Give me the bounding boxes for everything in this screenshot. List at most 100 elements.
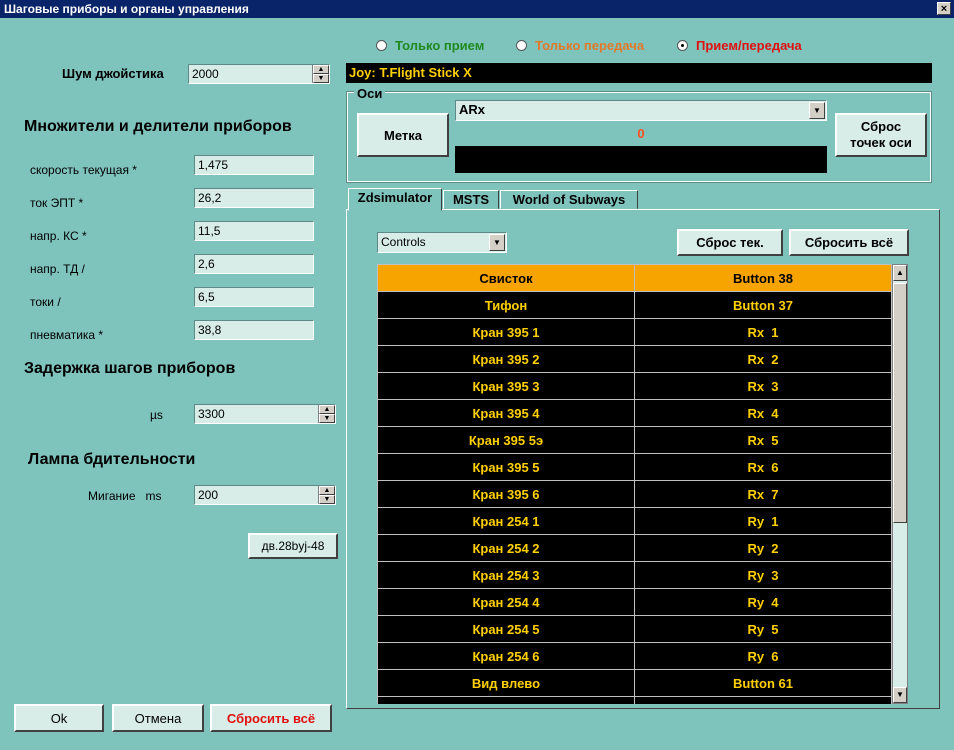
table-row[interactable]: Кран 254 3 Ry 3 [377,561,892,589]
radio-label: Только прием [395,38,485,54]
control-name-cell[interactable]: Кран 254 5 [377,615,635,643]
control-name-cell[interactable]: Кран 254 2 [377,534,635,562]
control-binding-cell[interactable]: Button 37 [634,291,892,319]
lamp-blink-spinner[interactable]: 200 ▲ ▼ [194,485,336,505]
tab-zdsimulator[interactable]: Zdsimulator [348,188,442,211]
chevron-down-icon[interactable]: ▼ [489,234,505,251]
control-binding-cell[interactable]: Ry 6 [634,642,892,670]
control-binding-cell[interactable]: Rx 1 [634,318,892,346]
table-row[interactable]: Кран 395 4 Rx 4 [377,399,892,427]
joy-noise-spin-buttons[interactable]: ▲ ▼ [312,65,329,83]
scroll-down-icon[interactable]: ▼ [893,687,907,703]
table-row[interactable]: Кран 254 1 Ry 1 [377,507,892,535]
joy-noise-spinner[interactable]: 2000 ▲ ▼ [188,64,330,84]
table-row[interactable]: Кран 395 5 Rx 6 [377,453,892,481]
spin-up-icon[interactable]: ▲ [319,405,335,414]
control-name-cell[interactable]: Кран 395 5 [377,453,635,481]
control-name-cell[interactable]: Кран 395 3 [377,372,635,400]
control-name-cell[interactable]: Кран 395 1 [377,318,635,346]
mult-input[interactable]: 6,5 [194,287,314,307]
table-row[interactable]: Вид влево Button 61 [377,669,892,697]
mult-input[interactable]: 11,5 [194,221,314,241]
table-row[interactable]: В...Button 62 [377,696,892,704]
radio-icon[interactable] [677,40,688,52]
scroll-up-icon[interactable]: ▲ [893,265,907,281]
control-binding-cell[interactable]: Ry 3 [634,561,892,589]
mult-input[interactable]: 2,6 [194,254,314,274]
control-name-cell[interactable]: Кран 254 3 [377,561,635,589]
control-binding-cell[interactable]: Rx 6 [634,453,892,481]
table-row[interactable]: Свисток Button 38 [377,264,892,292]
table-row[interactable]: Кран 395 5э Rx 5 [377,426,892,454]
control-name-cell[interactable]: Вид влево [377,669,635,697]
chevron-down-icon[interactable]: ▼ [809,102,825,119]
axis-select[interactable]: ARx ▼ [455,100,827,121]
scroll-thumb[interactable] [893,283,907,523]
cancel-button[interactable]: Отмена [112,704,204,732]
radio-icon[interactable] [516,40,527,52]
radio-label: Прием/передача [696,38,802,54]
step-delay-spinner[interactable]: 3300 ▲ ▼ [194,404,336,424]
tab-world-of-subways[interactable]: World of Subways [500,190,638,209]
control-name-cell[interactable]: Кран 395 5э [377,426,635,454]
radio-transmit-only[interactable]: Только передача [516,37,644,53]
reset-axis-points-button[interactable]: Сброс точек оси [835,113,927,157]
control-binding-cell[interactable]: Rx 5 [634,426,892,454]
lamp-spin-buttons[interactable]: ▲ ▼ [318,486,335,504]
mult-input[interactable]: 1,475 [194,155,314,175]
table-row[interactable]: Кран 395 3 Rx 3 [377,372,892,400]
control-binding-cell[interactable]: Button 62 [634,696,892,704]
control-binding-cell[interactable]: Rx 3 [634,372,892,400]
table-row[interactable]: Кран 254 6 Ry 6 [377,642,892,670]
reset-all-controls-button[interactable]: Сбросить всё [789,229,909,256]
spin-down-icon[interactable]: ▼ [319,414,335,423]
control-name-cell[interactable]: Кран 395 2 [377,345,635,373]
step-delay-spin-buttons[interactable]: ▲ ▼ [318,405,335,423]
device-button[interactable]: дв.28byj-48 [248,533,338,559]
reset-all-bottom-button[interactable]: Сбросить всё [210,704,332,732]
close-button[interactable]: × [937,2,951,15]
mult-value: 6,5 [198,290,215,304]
control-binding-cell[interactable]: Ry 4 [634,588,892,616]
spin-down-icon[interactable]: ▼ [319,495,335,504]
mult-input[interactable]: 26,2 [194,188,314,208]
spin-down-icon[interactable]: ▼ [313,74,329,83]
tab-msts[interactable]: MSTS [443,190,499,209]
controls-filter-select[interactable]: Controls ▼ [377,232,507,253]
control-name-cell[interactable]: Кран 254 1 [377,507,635,535]
radio-icon[interactable] [376,40,387,52]
mult-input[interactable]: 38,8 [194,320,314,340]
control-name-cell[interactable]: В... [377,696,635,704]
control-name-cell[interactable]: Тифон [377,291,635,319]
mark-button[interactable]: Метка [357,113,449,157]
radio-receive-only[interactable]: Только прием [376,37,484,53]
table-row[interactable]: Кран 254 4 Ry 4 [377,588,892,616]
table-row[interactable]: Кран 254 5 Ry 5 [377,615,892,643]
control-binding-cell[interactable]: Ry 1 [634,507,892,535]
ok-button[interactable]: Ok [14,704,104,732]
table-row[interactable]: Кран 254 2 Ry 2 [377,534,892,562]
controls-scrollbar[interactable]: ▲ ▼ [892,264,908,704]
joy-noise-label: Шум джойстика [62,66,164,81]
table-row[interactable]: Тифон Button 37 [377,291,892,319]
radio-receive-transmit[interactable]: Прием/передача [677,37,802,53]
control-name-cell[interactable]: Кран 254 4 [377,588,635,616]
control-binding-cell[interactable]: Button 61 [634,669,892,697]
table-row[interactable]: Кран 395 1 Rx 1 [377,318,892,346]
control-binding-cell[interactable]: Rx 2 [634,345,892,373]
control-name-cell[interactable]: Кран 254 6 [377,642,635,670]
control-name-cell[interactable]: Кран 395 4 [377,399,635,427]
table-row[interactable]: Кран 395 2 Rx 2 [377,345,892,373]
control-binding-cell[interactable]: Button 38 [634,264,892,292]
reset-current-button[interactable]: Сброс тек. [677,229,783,256]
spin-up-icon[interactable]: ▲ [313,65,329,74]
control-binding-cell[interactable]: Rx 7 [634,480,892,508]
control-binding-cell[interactable]: Ry 5 [634,615,892,643]
control-name-cell[interactable]: Кран 395 6 [377,480,635,508]
control-name-cell[interactable]: Свисток [377,264,635,292]
control-binding-cell[interactable]: Ry 2 [634,534,892,562]
controls-grid[interactable]: Свисток Button 38 Тифон Button 37 Кран 395 1… [377,264,892,704]
control-binding-cell[interactable]: Rx 4 [634,399,892,427]
spin-up-icon[interactable]: ▲ [319,486,335,495]
table-row[interactable]: Кран 395 6 Rx 7 [377,480,892,508]
